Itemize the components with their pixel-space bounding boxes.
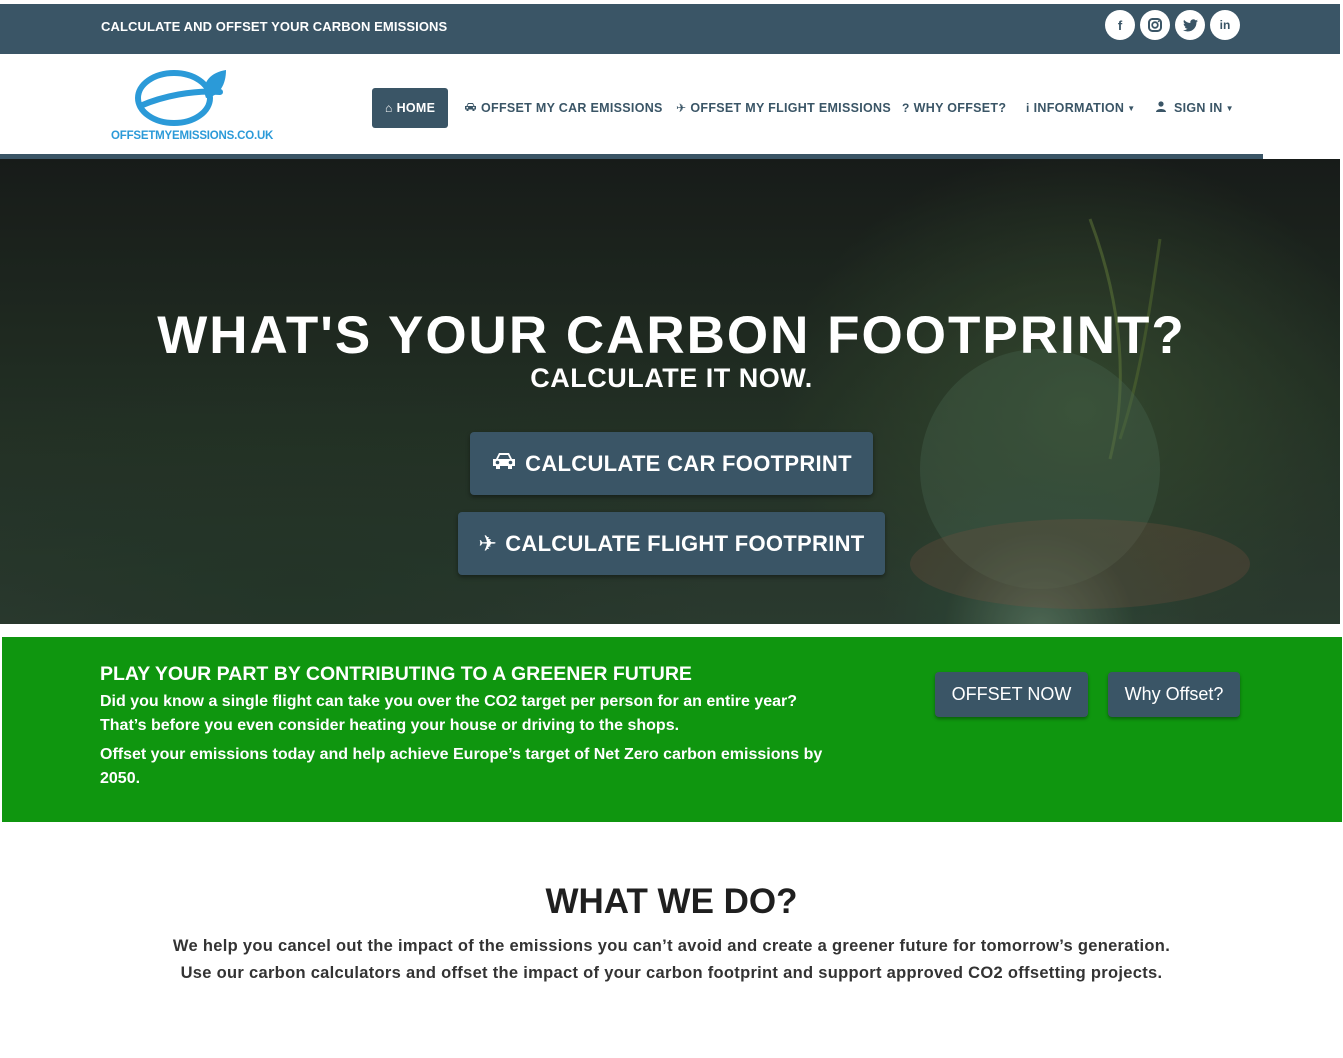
caret-down-icon: ▼	[1127, 103, 1136, 113]
user-icon	[1156, 101, 1166, 115]
nav-offset-flight[interactable]: ✈ OFFSET MY FLIGHT EMISSIONS	[676, 88, 891, 128]
nav-why-offset[interactable]: ? WHY OFFSET?	[902, 88, 1006, 128]
nav-home[interactable]: ⌂ HOME	[372, 88, 449, 128]
what-we-do-heading: WHAT WE DO?	[545, 882, 798, 921]
twitter-icon[interactable]	[1175, 10, 1205, 40]
cta-title: PLAY YOUR PART BY CONTRIBUTING TO A GREE…	[100, 663, 692, 685]
info-icon: i	[1026, 101, 1030, 115]
hero-title: WHAT'S YOUR CARBON FOOTPRINT?	[157, 306, 1186, 365]
car-icon	[491, 451, 517, 477]
what-we-do-line-1: We help you cancel out the impact of the…	[172, 937, 1171, 955]
caret-down-icon: ▼	[1225, 103, 1234, 113]
calculate-flight-footprint-button[interactable]: ✈ CALCULATE FLIGHT FOOTPRINT	[458, 512, 885, 575]
plane-icon: ✈	[478, 530, 498, 556]
why-offset-button[interactable]: Why Offset?	[1108, 672, 1240, 717]
cta-paragraph-1: Did you know a single flight can take yo…	[100, 693, 798, 734]
hero-subtitle: CALCULATE IT NOW.	[530, 363, 813, 393]
linkedin-icon[interactable]: in	[1210, 10, 1240, 40]
instagram-icon[interactable]	[1140, 10, 1170, 40]
home-icon: ⌂	[385, 101, 393, 115]
nav-information-dropdown[interactable]: i INFORMATION ▼	[1026, 88, 1135, 128]
question-icon: ?	[902, 101, 910, 115]
top-bar: CALCULATE AND OFFSET YOUR CARBON EMISSIO…	[0, 4, 1340, 54]
what-we-do-line-2: Use our carbon calculators and offset th…	[180, 964, 1163, 982]
offset-now-button[interactable]: OFFSET NOW	[935, 672, 1088, 717]
facebook-icon[interactable]: f	[1105, 10, 1135, 40]
calculate-car-footprint-button[interactable]: CALCULATE CAR FOOTPRINT	[470, 432, 873, 495]
nav-offset-car[interactable]: OFFSET MY CAR EMISSIONS	[464, 88, 663, 128]
cta-paragraph-2: Offset your emissions today and help ach…	[100, 746, 823, 787]
car-icon	[464, 101, 477, 115]
plane-icon: ✈	[676, 101, 687, 115]
top-bar-tagline: CALCULATE AND OFFSET YOUR CARBON EMISSIO…	[101, 19, 448, 34]
logo-wordmark: OFFSETMYEMISSIONS.CO.UK	[111, 130, 274, 142]
nav-sign-in-dropdown[interactable]: SIGN IN ▼	[1156, 88, 1234, 128]
